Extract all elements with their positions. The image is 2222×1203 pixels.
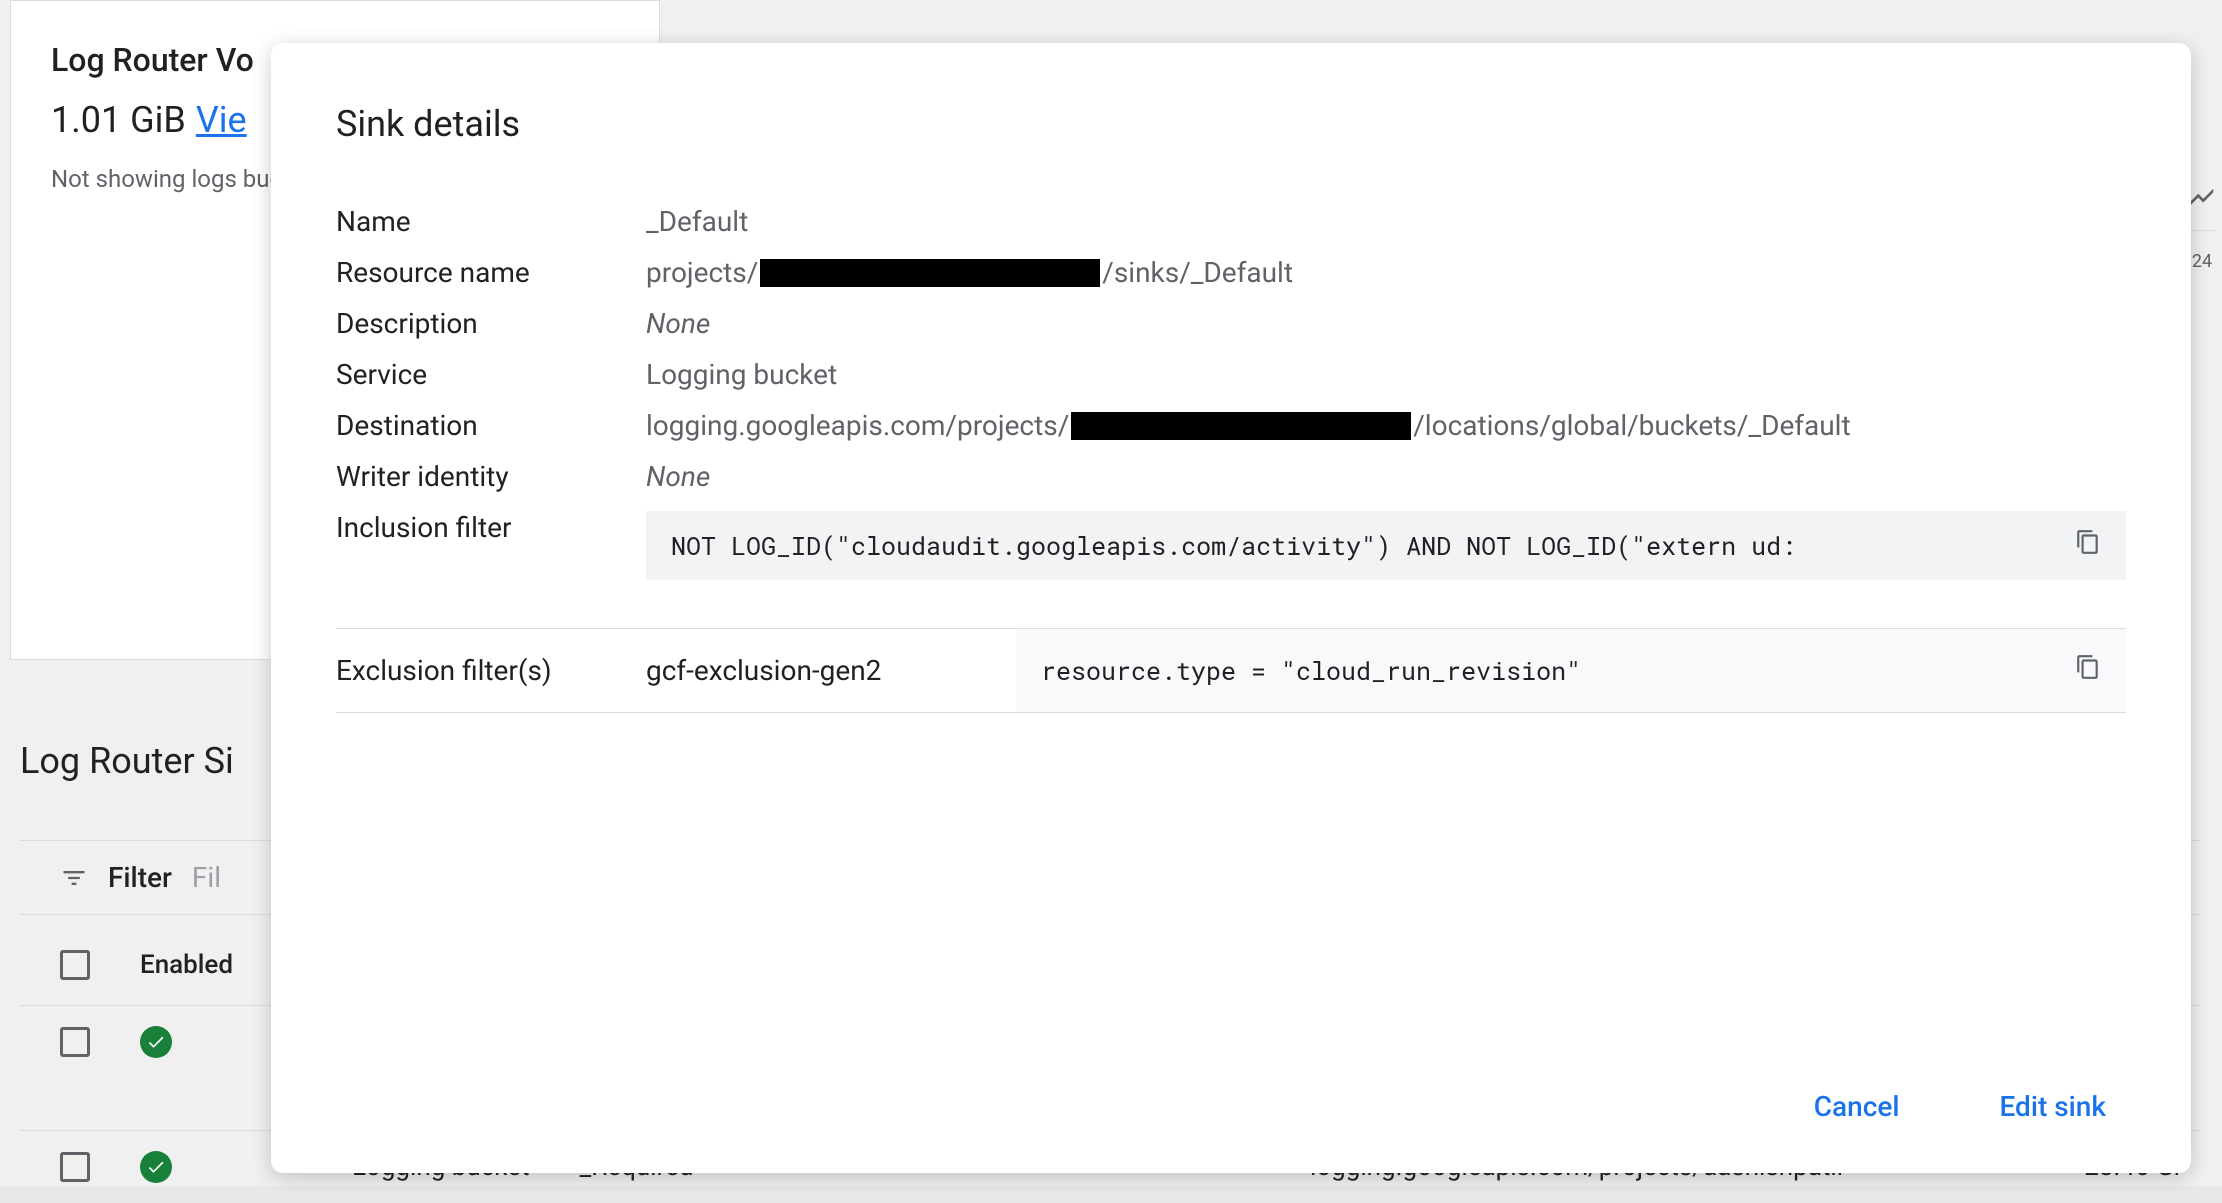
resource-name-label: Resource name (336, 256, 646, 289)
enabled-check-icon (140, 1026, 172, 1058)
filter-placeholder: Fil (192, 861, 221, 894)
copy-icon (2075, 654, 2101, 680)
destination-row: Destination logging.googleapis.com/proje… (336, 409, 2126, 442)
exclusion-filter-label: Exclusion filter(s) (336, 629, 646, 687)
service-label: Service (336, 358, 646, 391)
inclusion-filter-row: Inclusion filter NOT LOG_ID("cloudaudit.… (336, 511, 2126, 580)
filter-icon (60, 864, 88, 892)
enabled-check-icon (140, 1151, 172, 1183)
exclusion-filter-code: resource.type = "cloud_run_revision" (1016, 629, 2126, 712)
exclusion-filter-row: Exclusion filter(s) gcf-exclusion-gen2 r… (336, 628, 2126, 713)
writer-identity-label: Writer identity (336, 460, 646, 493)
copy-icon (2075, 529, 2101, 555)
row-checkbox[interactable] (60, 1152, 90, 1182)
sinks-section-title: Log Router Si (20, 740, 234, 782)
writer-identity-value: None (646, 460, 2126, 493)
destination-prefix: logging.googleapis.com/projects/ (646, 409, 1069, 442)
description-value: None (646, 307, 2126, 340)
dialog-actions: Cancel Edit sink (336, 1040, 2126, 1133)
dialog-title: Sink details (336, 103, 2126, 145)
select-all-checkbox[interactable] (60, 950, 90, 980)
service-row: Service Logging bucket (336, 358, 2126, 391)
redacted-project-id (1071, 412, 1411, 440)
chart-line-icon (2187, 180, 2217, 210)
volume-size: 1.01 GiB (51, 99, 186, 141)
destination-suffix: /locations/global/buckets/_Default (1413, 409, 1850, 442)
destination-value: logging.googleapis.com/projects/ /locati… (646, 409, 2126, 442)
inclusion-filter-label: Inclusion filter (336, 511, 646, 544)
exclusion-filter-text: resource.type = "cloud_run_revision" (1041, 654, 1581, 687)
chart-tick: 24 (2192, 251, 2212, 272)
description-row: Description None (336, 307, 2126, 340)
name-value: _Default (646, 205, 2126, 238)
copy-inclusion-button[interactable] (2067, 529, 2101, 562)
resource-suffix: /sinks/_Default (1102, 256, 1293, 289)
filter-label: Filter (108, 861, 172, 894)
enabled-column-header: Enabled (140, 950, 233, 980)
sink-details-dialog: Sink details Name _Default Resource name… (271, 43, 2191, 1173)
resource-prefix: projects/ (646, 256, 758, 289)
destination-label: Destination (336, 409, 646, 442)
name-row: Name _Default (336, 205, 2126, 238)
writer-identity-row: Writer identity None (336, 460, 2126, 493)
edit-sink-button[interactable]: Edit sink (1980, 1080, 2127, 1133)
inclusion-filter-code: NOT LOG_ID("cloudaudit.googleapis.com/ac… (646, 511, 2126, 580)
resource-name-value: projects/ /sinks/_Default (646, 256, 2126, 289)
cancel-button[interactable]: Cancel (1794, 1080, 1920, 1133)
inclusion-filter-text: NOT LOG_ID("cloudaudit.googleapis.com/ac… (671, 529, 2067, 562)
table-header-row: Enabled (20, 930, 273, 1000)
name-label: Name (336, 205, 646, 238)
exclusion-name: gcf-exclusion-gen2 (646, 629, 1016, 712)
copy-exclusion-button[interactable] (2067, 654, 2101, 687)
redacted-project-id (760, 259, 1100, 287)
view-link[interactable]: Vie (196, 99, 247, 141)
description-label: Description (336, 307, 646, 340)
row-checkbox[interactable] (60, 1027, 90, 1057)
service-value: Logging bucket (646, 358, 2126, 391)
resource-name-row: Resource name projects/ /sinks/_Default (336, 256, 2126, 289)
